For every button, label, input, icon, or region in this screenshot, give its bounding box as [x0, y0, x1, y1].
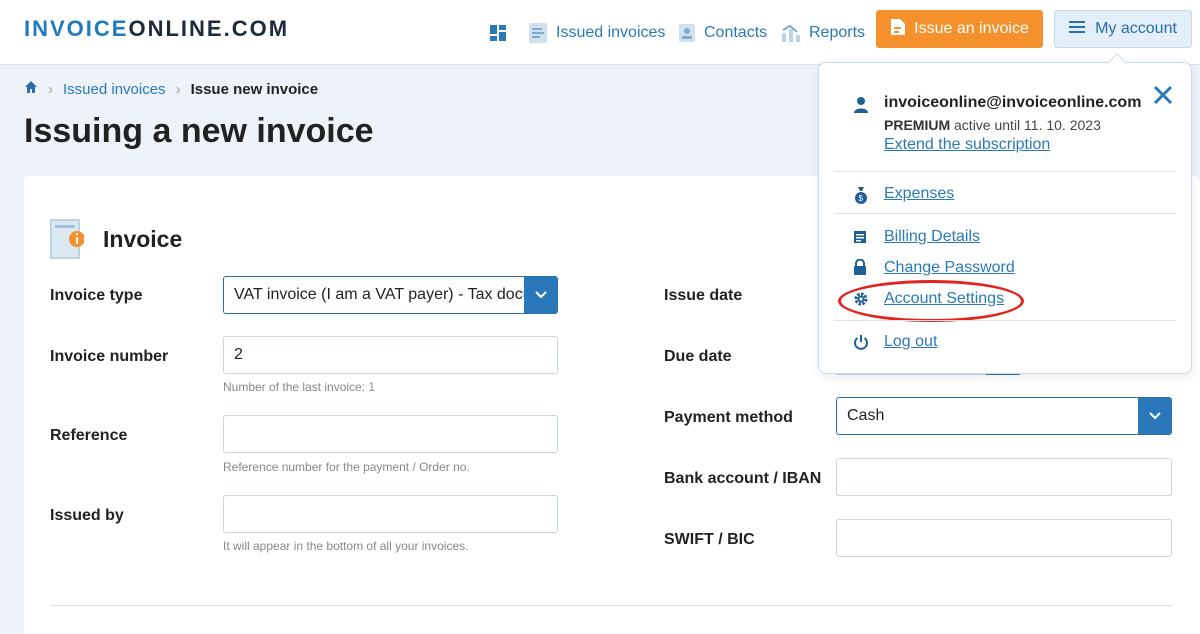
invoice-number-value: 2	[234, 346, 243, 363]
breadcrumb-current: Issue new invoice	[190, 80, 319, 98]
invoice-type-label: Invoice type	[50, 287, 143, 304]
chevron-down-icon[interactable]	[1138, 398, 1171, 434]
nav-contacts-label: Contacts	[704, 23, 768, 41]
home-icon[interactable]	[24, 80, 38, 98]
invoice-type-value: VAT invoice (I am a VAT payer) - Tax doc…	[234, 286, 524, 303]
payment-method-select[interactable]: Cash	[836, 397, 1172, 435]
hamburger-icon	[1069, 20, 1086, 39]
payment-method-label: Payment method	[664, 409, 793, 426]
my-account-button[interactable]: My account	[1054, 10, 1192, 48]
billing-details-link[interactable]: Billing Details	[884, 228, 980, 246]
nav-reports[interactable]: Reports	[781, 23, 865, 43]
plan-status: active until 11. 10. 2023	[954, 117, 1101, 133]
breadcrumb: › Issued invoices › Issue new invoice	[24, 80, 318, 98]
billing-icon	[853, 230, 867, 249]
nav-issued-invoices[interactable]: Issued invoices	[528, 22, 665, 44]
bank-account-label: Bank account / IBAN	[664, 470, 822, 487]
plan-name: PREMIUM	[884, 117, 951, 133]
expenses-link[interactable]: Expenses	[884, 185, 954, 203]
issued-by-input[interactable]	[223, 495, 558, 533]
user-icon	[853, 96, 869, 119]
highlight-circle	[838, 280, 1024, 322]
reference-hint: Reference number for the payment / Order…	[223, 460, 470, 474]
invoice-number-label: Invoice number	[50, 348, 169, 365]
due-date-label: Due date	[664, 348, 732, 365]
lock-icon	[853, 258, 867, 280]
payment-method-value: Cash	[847, 407, 885, 424]
page-title: Issuing a new invoice	[24, 112, 374, 150]
svg-text:$: $	[859, 194, 864, 203]
invoice-type-select[interactable]: VAT invoice (I am a VAT payer) - Tax doc…	[223, 276, 558, 314]
account-plan: PREMIUM active until 11. 10. 2023	[884, 117, 1101, 133]
top-header: INVOICEONLINE.COM Issued invoices Contac…	[0, 0, 1200, 65]
breadcrumb-issued-invoices[interactable]: Issued invoices	[63, 81, 166, 98]
nav-issued-invoices-label: Issued invoices	[556, 23, 666, 41]
bank-account-input[interactable]	[836, 458, 1172, 496]
invoice-info-icon	[50, 219, 85, 264]
chart-icon	[781, 23, 801, 43]
breadcrumb-separator: ›	[48, 80, 53, 98]
issue-invoice-label: Issue an invoice	[914, 20, 1029, 37]
section-divider	[50, 605, 1172, 606]
grid-icon	[490, 24, 506, 41]
close-icon[interactable]	[1152, 84, 1174, 111]
swift-input[interactable]	[836, 519, 1172, 557]
menu-divider	[834, 320, 1176, 321]
nav-reports-label: Reports	[809, 23, 866, 41]
issue-date-label: Issue date	[664, 287, 743, 304]
invoice-number-hint: Number of the last invoice: 1	[223, 380, 376, 394]
nav-contacts[interactable]: Contacts	[678, 23, 767, 43]
account-email: invoiceonline@invoiceonline.com	[884, 94, 1142, 111]
change-password-link[interactable]: Change Password	[884, 259, 1015, 277]
new-document-icon	[890, 18, 906, 41]
nav-dashboard[interactable]	[490, 24, 506, 41]
log-out-link[interactable]: Log out	[884, 333, 937, 351]
invoice-number-input[interactable]: 2	[223, 336, 558, 374]
swift-label: SWIFT / BIC	[664, 531, 755, 548]
extend-subscription-link[interactable]: Extend the subscription	[884, 136, 1050, 154]
document-icon	[528, 22, 548, 44]
contact-card-icon	[678, 23, 696, 43]
issued-by-hint: It will appear in the bottom of all your…	[223, 539, 469, 553]
logo-part-1: INVOICE	[24, 16, 129, 41]
breadcrumb-separator: ›	[175, 80, 181, 98]
reference-label: Reference	[50, 427, 128, 444]
my-account-label: My account	[1095, 20, 1177, 37]
logo[interactable]: INVOICEONLINE.COM	[24, 16, 289, 42]
issued-by-label: Issued by	[50, 507, 124, 524]
section-title-invoice: Invoice	[103, 226, 183, 252]
chevron-down-icon[interactable]	[524, 277, 557, 313]
menu-divider	[834, 213, 1176, 214]
logo-part-2: ONLINE.COM	[128, 16, 290, 41]
menu-divider	[834, 171, 1176, 172]
money-bag-icon: $	[853, 186, 869, 209]
reference-input[interactable]	[223, 415, 558, 453]
issue-invoice-button[interactable]: Issue an invoice	[876, 10, 1043, 48]
power-icon	[853, 334, 869, 355]
